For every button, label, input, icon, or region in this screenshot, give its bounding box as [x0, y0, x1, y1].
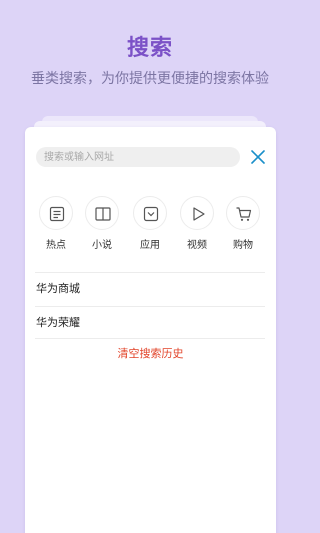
clear-history-button[interactable]: 清空搜索历史	[25, 345, 276, 361]
category-hot[interactable]: 热点	[34, 196, 78, 256]
close-icon[interactable]	[250, 149, 266, 165]
search-bar	[36, 147, 266, 167]
search-input[interactable]	[36, 147, 240, 167]
cart-icon	[226, 196, 260, 230]
hero-title: 搜索	[126, 36, 173, 61]
category-apps[interactable]: 应用	[128, 196, 172, 256]
category-label: 应用	[140, 240, 160, 251]
category-row: 热点 小说 应用 视频 购物	[25, 196, 276, 256]
category-label: 热点	[46, 240, 66, 251]
app-store-icon	[133, 196, 167, 230]
play-icon	[180, 196, 214, 230]
category-label: 小说	[92, 240, 112, 251]
search-panel: 热点 小说 应用	[25, 127, 276, 533]
category-label: 购物	[233, 240, 253, 251]
divider	[35, 272, 265, 273]
book-icon	[85, 196, 119, 230]
history-item[interactable]: 华为荣耀	[36, 313, 264, 333]
category-shopping[interactable]: 购物	[221, 196, 265, 256]
category-label: 视频	[187, 240, 207, 251]
news-icon	[39, 196, 73, 230]
category-video[interactable]: 视频	[175, 196, 219, 256]
hero-subtitle: 垂类搜索，为你提供更便捷的搜索体验	[31, 71, 269, 87]
history-item[interactable]: 华为商城	[36, 279, 264, 299]
divider	[35, 338, 265, 339]
divider	[35, 306, 265, 307]
category-novel[interactable]: 小说	[80, 196, 124, 256]
